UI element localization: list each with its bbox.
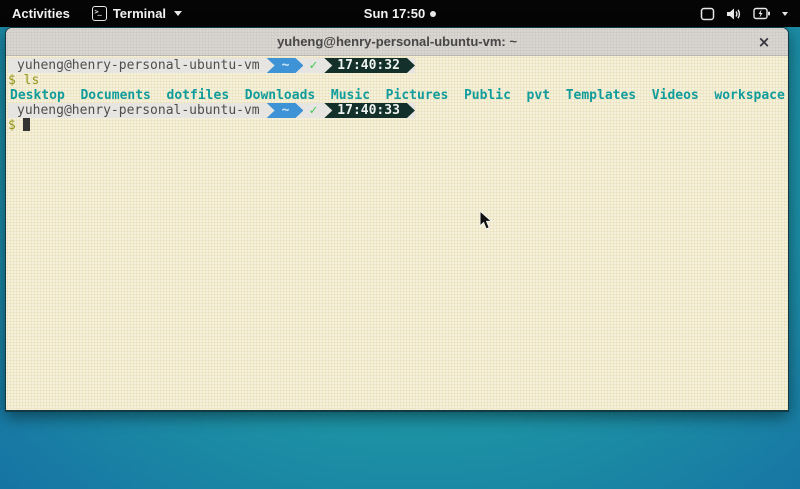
prompt-symbol: $ — [8, 118, 16, 133]
prompt-line: yuheng@henry-personal-ubuntu-vm ~ ✓ 17:4… — [8, 103, 786, 118]
volume-icon — [726, 7, 742, 21]
chevron-down-icon — [174, 11, 182, 16]
prompt-time: 17:40:32 — [324, 58, 415, 73]
prompt-path-segment: ~ — [267, 103, 304, 118]
text-cursor — [23, 118, 30, 131]
typed-command: ls — [24, 73, 40, 88]
window-title: yuheng@henry-personal-ubuntu-vm: ~ — [277, 34, 517, 49]
app-menu-terminal[interactable]: Terminal — [84, 6, 190, 21]
screen-icon — [700, 7, 715, 21]
close-button[interactable]: × — [754, 28, 774, 56]
window-titlebar[interactable]: yuheng@henry-personal-ubuntu-vm: ~ × — [6, 28, 788, 56]
system-status-area[interactable] — [688, 0, 800, 27]
clock[interactable]: Sun 17:50 — [364, 6, 425, 21]
terminal-content[interactable]: yuheng@henry-personal-ubuntu-vm ~ ✓ 17:4… — [6, 56, 788, 410]
prompt-time: 17:40:33 — [324, 103, 415, 118]
chevron-down-icon — [782, 12, 788, 16]
prompt-line: yuheng@henry-personal-ubuntu-vm ~ ✓ 17:4… — [8, 58, 786, 73]
terminal-window: yuheng@henry-personal-ubuntu-vm: ~ × yuh… — [5, 27, 789, 412]
terminal-icon — [92, 6, 107, 21]
top-bar: Activities Terminal Sun 17:50 — [0, 0, 800, 27]
prompt-user: yuheng@henry-personal-ubuntu-vm — [8, 103, 267, 118]
prompt-status-check-icon: ✓ — [303, 58, 324, 73]
battery-charging-icon — [753, 7, 771, 20]
prompt-path-segment: ~ — [267, 58, 304, 73]
command-line: $ ls — [8, 73, 786, 88]
prompt-status-check-icon: ✓ — [303, 103, 324, 118]
activities-button[interactable]: Activities — [0, 6, 84, 21]
notification-dot-icon — [430, 11, 436, 17]
ls-output: Desktop Documents dotfiles Downloads Mus… — [8, 88, 786, 103]
app-menu-label: Terminal — [113, 6, 166, 21]
input-line[interactable]: $ — [8, 118, 786, 133]
prompt-symbol: $ — [8, 73, 16, 88]
prompt-user: yuheng@henry-personal-ubuntu-vm — [8, 58, 267, 73]
